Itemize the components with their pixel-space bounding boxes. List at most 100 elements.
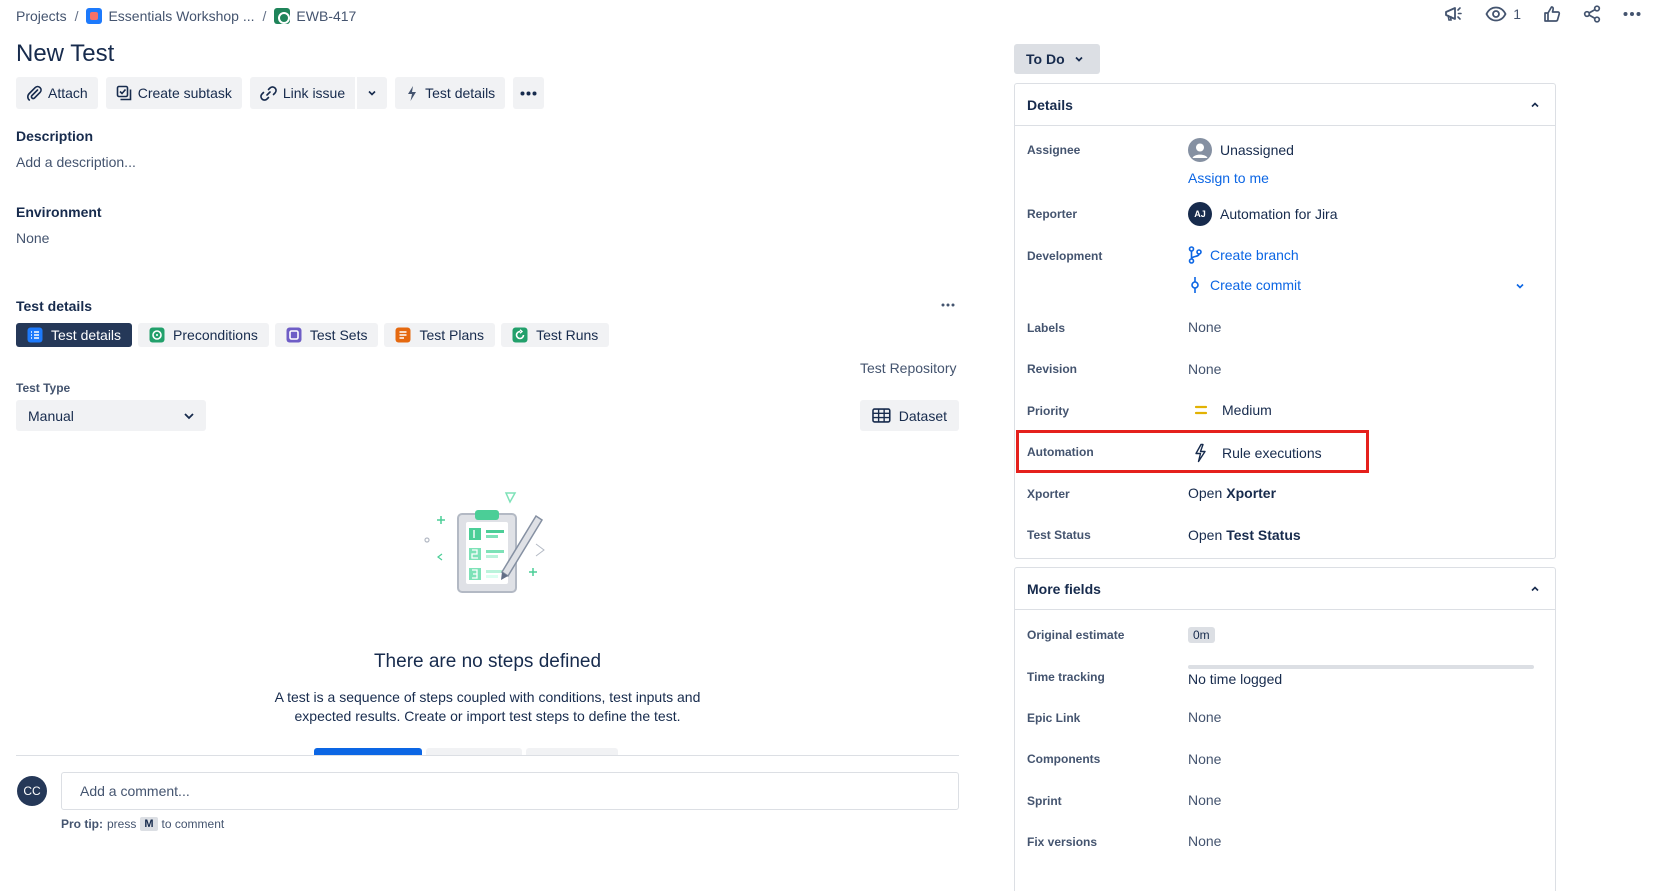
link-issue-dropdown-button[interactable] [357, 77, 388, 109]
tab-preconditions[interactable]: Preconditions [138, 323, 269, 347]
environment-value[interactable]: None [16, 230, 49, 246]
breadcrumb-separator: / [262, 8, 267, 24]
more-icon [941, 303, 955, 307]
test-repository-link[interactable]: Test Repository [860, 360, 956, 376]
issue-title[interactable]: New Test [16, 40, 114, 68]
tab-test-sets[interactable]: Test Sets [274, 323, 379, 347]
thumbs-up-icon [1544, 6, 1561, 22]
watch-button[interactable]: 1 [1485, 6, 1521, 22]
components-label: Components [1027, 752, 1101, 766]
tab-test-plans[interactable]: Test Plans [384, 323, 496, 347]
comment-input[interactable]: Add a comment... [61, 772, 959, 810]
table-icon [872, 408, 891, 423]
more-fields-title: More fields [1027, 580, 1101, 597]
empty-state-description: A test is a sequence of steps coupled wi… [274, 689, 701, 724]
reporter-label: Reporter [1027, 207, 1078, 221]
tab-label: Preconditions [173, 327, 258, 343]
test-status-open: Open [1188, 527, 1223, 543]
attach-label: Attach [48, 85, 88, 101]
epic-link-value[interactable]: None [1188, 709, 1221, 725]
vote-button[interactable] [1543, 5, 1561, 23]
attach-button[interactable]: Attach [16, 77, 98, 109]
breadcrumb-projects[interactable]: Projects [16, 8, 67, 24]
user-avatar-icon [1188, 138, 1212, 162]
reporter-value: Automation for Jira [1220, 206, 1338, 222]
more-icon [1623, 12, 1641, 16]
breadcrumb-separator: / [74, 8, 79, 24]
xporter-link[interactable]: Open Xporter [1188, 485, 1276, 501]
test-set-icon [286, 327, 302, 343]
development-label: Development [1027, 249, 1103, 263]
create-step-button[interactable] [314, 748, 422, 755]
share-button[interactable] [1583, 5, 1601, 23]
details-panel-title: Details [1027, 96, 1073, 113]
create-commit-link[interactable]: Create commit [1188, 276, 1301, 294]
call-test-button[interactable] [526, 748, 618, 755]
more-toolbar-button[interactable] [513, 77, 545, 109]
more-actions-button[interactable] [1623, 11, 1641, 17]
test-details-more-button[interactable] [941, 298, 955, 315]
test-status-label: Test Status [1027, 528, 1091, 542]
create-branch-label: Create branch [1210, 247, 1299, 263]
original-estimate-field[interactable]: 0m [1188, 627, 1215, 643]
tab-label: Test Sets [309, 327, 368, 343]
chevron-up-icon [1531, 101, 1539, 107]
original-estimate-value: 0m [1188, 627, 1215, 643]
dataset-button[interactable]: Dataset [860, 400, 959, 431]
tab-test-details[interactable]: Test details [16, 323, 133, 347]
link-issue-button[interactable]: Link issue [249, 77, 356, 109]
xporter-label: Xporter [1027, 487, 1070, 501]
feedback-button[interactable] [1443, 4, 1463, 24]
keyboard-shortcut: M [140, 817, 158, 831]
empty-state-title: There are no steps defined [373, 651, 602, 672]
development-expand-button[interactable] [1514, 279, 1526, 295]
issue-toolbar: Attach Create subtask Link issue Test de… [16, 77, 545, 109]
create-subtask-button[interactable]: Create subtask [105, 77, 242, 109]
time-tracking-bar[interactable] [1188, 665, 1534, 669]
sprint-value[interactable]: None [1188, 792, 1221, 808]
assign-to-me-link[interactable]: Assign to me [1188, 170, 1269, 186]
more-fields-header[interactable]: More fields [1015, 568, 1555, 610]
import-button[interactable] [426, 748, 522, 755]
assignee-field[interactable]: Unassigned [1188, 138, 1294, 162]
priority-value: Medium [1222, 402, 1272, 418]
protip-suffix: to comment [161, 817, 225, 831]
test-details-button[interactable]: Test details [395, 77, 506, 109]
assignee-label: Assignee [1027, 143, 1081, 157]
tab-label: Test Runs [536, 327, 599, 343]
test-type-select[interactable]: Manual [16, 400, 206, 431]
status-button[interactable]: To Do [1014, 44, 1100, 74]
list-icon [27, 327, 43, 343]
test-type-value: Manual [28, 407, 74, 424]
labels-label: Labels [1027, 321, 1066, 335]
revision-value[interactable]: None [1188, 361, 1221, 377]
chevron-down-icon [1516, 283, 1524, 289]
pro-tip: Pro tip: press M to comment [61, 817, 224, 831]
priority-field[interactable]: Medium [1188, 402, 1272, 418]
avatar: CC [17, 776, 47, 806]
test-status-link[interactable]: Open Test Status [1188, 527, 1301, 543]
test-status-name: Test Status [1226, 527, 1301, 543]
components-value[interactable]: None [1188, 751, 1221, 767]
reporter-field[interactable]: AJ Automation for Jira [1188, 202, 1338, 226]
branch-icon [1188, 246, 1202, 264]
description-label: Description [16, 128, 94, 144]
protip-prefix: Pro tip: [61, 817, 103, 831]
share-icon [1583, 5, 1601, 23]
create-branch-link[interactable]: Create branch [1188, 246, 1299, 264]
breadcrumb-issue[interactable]: EWB-417 [274, 8, 356, 24]
fix-versions-label: Fix versions [1027, 835, 1098, 849]
breadcrumb-project-label: Essentials Workshop ... [108, 8, 255, 24]
fix-versions-value[interactable]: None [1188, 833, 1221, 849]
create-commit-label: Create commit [1210, 277, 1302, 293]
breadcrumb-project[interactable]: Essentials Workshop ... [86, 8, 255, 24]
xporter-open: Open [1188, 485, 1223, 501]
revision-label: Revision [1027, 362, 1078, 376]
tab-test-runs[interactable]: Test Runs [501, 323, 610, 347]
details-panel-header[interactable]: Details [1015, 84, 1555, 126]
breadcrumb-issue-key: EWB-417 [296, 8, 357, 24]
chevron-down-icon [368, 90, 376, 96]
labels-value[interactable]: None [1188, 319, 1221, 335]
create-subtask-label: Create subtask [137, 85, 232, 101]
description-field[interactable]: Add a description... [16, 154, 136, 170]
